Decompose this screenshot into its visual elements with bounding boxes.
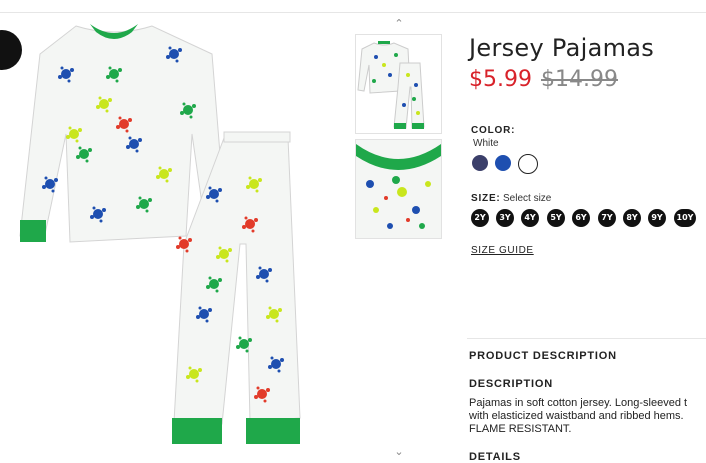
thumbnail-collar-detail[interactable] [355,139,442,239]
size-option-9y[interactable]: 9Y [648,209,666,227]
size-option-5y[interactable]: 5Y [547,209,565,227]
chevron-up-icon[interactable]: ⌃ [392,18,406,29]
description-heading: DESCRIPTION [469,378,553,390]
size-option-7y[interactable]: 7Y [598,209,616,227]
sale-price: $5.99 [469,67,532,92]
size-option-3y[interactable]: 3Y [496,209,514,227]
main-product-image [19,24,301,444]
chevron-down-icon[interactable]: ⌄ [392,446,406,457]
description-line: with elasticized waistband and ribbed he… [469,410,684,422]
color-label: COLOR: [471,125,516,136]
size-option-6y[interactable]: 6Y [572,209,590,227]
size-option-4y[interactable]: 4Y [521,209,539,227]
product-title: Jersey Pajamas [469,34,655,62]
section-divider [467,338,706,339]
size-option-8y[interactable]: 8Y [623,209,641,227]
description-text: Pajamas in soft cotton jersey. Long-slee… [469,397,706,436]
size-option-2y[interactable]: 2Y [471,209,489,227]
color-swatch-blue[interactable] [495,155,511,171]
description-line: Pajamas in soft cotton jersey. Long-slee… [469,397,688,409]
size-guide-link[interactable]: SIZE GUIDE [471,245,534,256]
color-swatch-white[interactable] [518,154,538,174]
thumbnail-full-set[interactable] [355,34,442,134]
size-label: SIZE: [471,193,501,204]
selected-color-value: White [473,138,499,149]
details-heading[interactable]: DETAILS [469,451,521,463]
original-price: $14.99 [541,67,618,92]
color-swatch-navy[interactable] [472,155,488,171]
size-placeholder: Select size [503,193,552,204]
size-option-10y[interactable]: 10Y [674,209,696,227]
top-divider [0,12,706,13]
description-line: FLAME RESISTANT. [469,423,572,435]
product-description-heading[interactable]: PRODUCT DESCRIPTION [469,350,617,362]
